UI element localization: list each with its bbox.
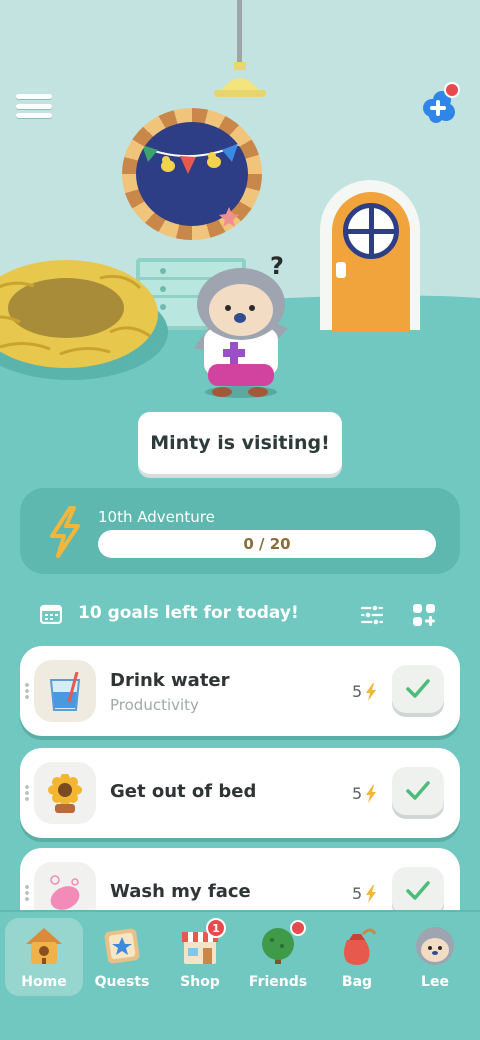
checkmark-icon bbox=[406, 781, 430, 800]
goal-card[interactable]: Get out of bed 5 bbox=[20, 748, 460, 838]
goals-left-count: 10 goals left for today! bbox=[78, 603, 299, 623]
notification-dot bbox=[290, 920, 306, 936]
goals-header: 10 goals left for today! bbox=[20, 596, 460, 634]
shop-badge: 1 bbox=[206, 918, 226, 938]
bag-icon bbox=[344, 928, 377, 965]
goal-points: 5 bbox=[352, 884, 377, 903]
adventure-title: 10th Adventure bbox=[98, 508, 215, 526]
adventure-progress-bar: 0 / 20 bbox=[98, 530, 436, 558]
drag-handle-icon[interactable] bbox=[25, 784, 29, 802]
sunflower-icon bbox=[48, 774, 82, 813]
tab-label: Shop bbox=[180, 974, 220, 990]
ceiling-lamp-icon bbox=[214, 62, 266, 97]
drag-handle-icon[interactable] bbox=[25, 682, 29, 700]
complete-goal-button[interactable] bbox=[392, 665, 444, 713]
goal-points-value: 5 bbox=[352, 884, 363, 903]
tab-label: Home bbox=[21, 974, 67, 990]
tab-friends[interactable]: Friends bbox=[239, 918, 317, 996]
profile-avatar-icon bbox=[416, 927, 454, 965]
lightning-bolt-icon bbox=[366, 884, 377, 903]
hamburger-menu-icon[interactable] bbox=[14, 90, 54, 122]
complete-goal-button[interactable] bbox=[392, 767, 444, 815]
door-knob bbox=[336, 262, 346, 278]
tab-label: Lee bbox=[421, 974, 449, 990]
goal-category: Productivity bbox=[110, 696, 199, 714]
door-window bbox=[343, 203, 399, 259]
question-mark: ? bbox=[270, 252, 284, 280]
starfish-icon bbox=[219, 207, 239, 227]
tab-quests[interactable]: Quests bbox=[83, 918, 161, 996]
quest-scroll-icon bbox=[104, 928, 140, 964]
goal-thumbnail bbox=[34, 660, 96, 722]
water-glass-icon bbox=[49, 672, 81, 711]
lightning-bolt-icon bbox=[366, 784, 377, 803]
tab-bag[interactable]: Bag bbox=[318, 918, 396, 996]
goal-thumbnail bbox=[34, 762, 96, 824]
complete-goal-button[interactable] bbox=[392, 867, 444, 915]
calendar-icon bbox=[40, 604, 62, 624]
tab-home[interactable]: Home bbox=[5, 918, 83, 996]
straw-nest-icon bbox=[0, 260, 168, 380]
lightning-bolt-icon bbox=[50, 506, 80, 558]
visiting-banner[interactable]: Minty is visiting! bbox=[138, 412, 342, 474]
goal-points: 5 bbox=[352, 682, 377, 701]
birdhouse-icon bbox=[26, 928, 62, 964]
checkmark-icon bbox=[406, 881, 430, 900]
goal-name: Drink water bbox=[110, 670, 230, 691]
minty-character bbox=[194, 268, 288, 398]
goal-name: Get out of bed bbox=[110, 781, 257, 802]
drag-handle-icon[interactable] bbox=[25, 884, 29, 902]
soap-icon bbox=[50, 875, 80, 910]
tab-label: Quests bbox=[94, 974, 150, 990]
lightning-bolt-icon bbox=[366, 682, 377, 701]
goal-card[interactable]: Drink water Productivity 5 bbox=[20, 646, 460, 736]
notification-dot bbox=[444, 82, 460, 98]
bottom-tab-bar: Home Quests 1 Shop Friends Bag Lee bbox=[0, 910, 480, 1040]
goal-points-value: 5 bbox=[352, 682, 363, 701]
filter-sliders-icon[interactable] bbox=[360, 604, 384, 626]
adventure-panel[interactable]: 10th Adventure 0 / 20 bbox=[20, 488, 460, 574]
tab-profile[interactable]: Lee bbox=[396, 918, 474, 996]
tab-label: Bag bbox=[341, 974, 373, 990]
goal-points: 5 bbox=[352, 784, 377, 803]
tab-shop[interactable]: 1 Shop bbox=[161, 918, 239, 996]
progress-text: 0 / 20 bbox=[243, 535, 291, 553]
checkmark-icon bbox=[406, 679, 430, 698]
goal-points-value: 5 bbox=[352, 784, 363, 803]
lamp-cord bbox=[237, 0, 242, 66]
goal-name: Wash my face bbox=[110, 881, 251, 902]
add-friend-button[interactable] bbox=[418, 82, 462, 126]
add-goal-grid-icon[interactable] bbox=[412, 603, 436, 627]
tab-label: Friends bbox=[248, 974, 308, 990]
